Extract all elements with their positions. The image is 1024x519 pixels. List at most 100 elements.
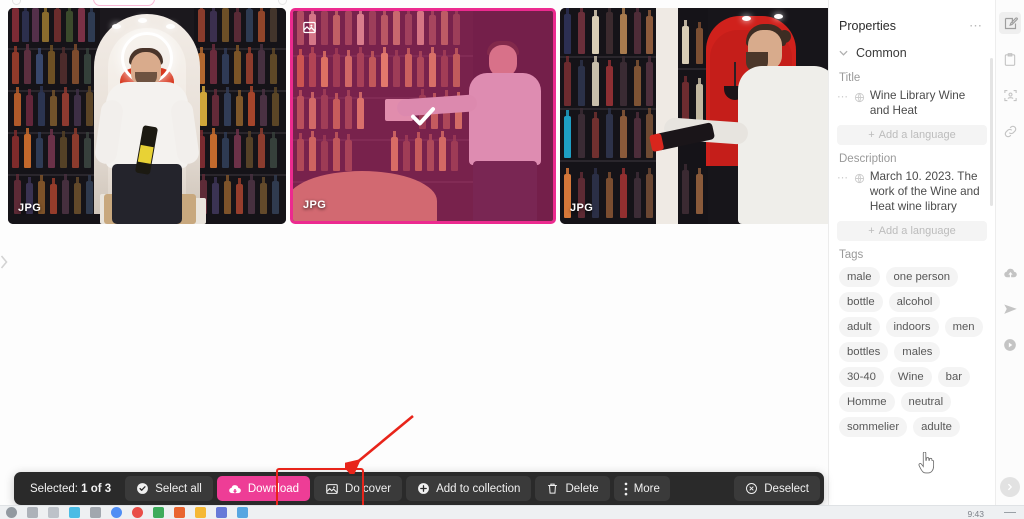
title-field-label: Title xyxy=(839,72,861,84)
add-language-title-button[interactable]: + Add a language xyxy=(837,125,987,145)
right-tool-rail xyxy=(995,0,1024,505)
add-language-label: Add a language xyxy=(878,225,956,237)
top-right-dot-icon xyxy=(278,0,287,5)
format-badge: JPG xyxy=(303,199,327,211)
tag-chip[interactable]: sommelier xyxy=(839,417,908,437)
tag-chip[interactable]: bottles xyxy=(839,342,889,362)
tag-chip[interactable]: alcohol xyxy=(888,292,941,312)
expand-right-icon[interactable] xyxy=(1000,477,1020,497)
more-horizontal-icon[interactable]: ⋯ xyxy=(969,18,983,34)
link-icon[interactable] xyxy=(999,120,1021,142)
tag-chip[interactable]: bottle xyxy=(839,292,883,312)
tag-chip[interactable]: adulte xyxy=(913,417,960,437)
more-horizontal-icon[interactable]: ⋯ xyxy=(837,169,849,185)
tag-chip[interactable]: neutral xyxy=(900,392,952,412)
chevron-right-icon[interactable] xyxy=(0,255,8,269)
taskbar-icon[interactable] xyxy=(195,507,206,518)
gallery-item-selected[interactable]: JPG xyxy=(290,8,556,224)
asset-thumbnail-image xyxy=(560,8,838,224)
selection-count: Selected: 1 of 3 xyxy=(30,482,112,495)
taskbar-icon[interactable] xyxy=(48,507,59,518)
taskbar-icon[interactable] xyxy=(216,507,227,518)
more-button[interactable]: More xyxy=(613,476,670,501)
face-detect-icon[interactable] xyxy=(999,84,1021,106)
top-partial-pill xyxy=(93,0,155,6)
plus-icon: + xyxy=(868,225,875,237)
description-value: March 10. 2023. The work of the Wine and… xyxy=(869,170,980,213)
taskbar-icon[interactable] xyxy=(90,507,101,518)
gallery-item[interactable]: JPG xyxy=(560,8,838,224)
tag-chip[interactable]: one person xyxy=(885,267,959,287)
clock-label: 9:43 xyxy=(967,509,984,519)
action-label: Add to collection xyxy=(436,482,521,495)
description-field-label: Description xyxy=(839,153,897,165)
mouse-cursor-pointer xyxy=(918,451,935,479)
asset-gallery: JPG JPG JPG xyxy=(0,8,838,224)
app-window: JPG JPG JPG Properties ⋯ Common Title ⋯ … xyxy=(0,0,1024,519)
taskbar-divider xyxy=(1004,511,1016,513)
taskbar-icon[interactable] xyxy=(237,507,248,518)
globe-icon xyxy=(854,169,865,189)
edit-properties-icon[interactable] xyxy=(999,12,1021,34)
format-badge: JPG xyxy=(18,202,42,214)
taskbar-icon[interactable] xyxy=(6,507,17,518)
checkmark-icon xyxy=(408,101,438,131)
taskbar-icon[interactable] xyxy=(132,507,143,518)
download-button[interactable]: Download xyxy=(216,476,311,501)
format-badge: JPG xyxy=(570,202,594,214)
clipboard-icon[interactable] xyxy=(999,48,1021,70)
play-icon[interactable] xyxy=(999,334,1021,356)
taskbar-icon[interactable] xyxy=(27,507,38,518)
more-horizontal-icon[interactable]: ⋯ xyxy=(837,88,849,104)
check-circle-icon xyxy=(136,482,149,495)
tag-chip[interactable]: Homme xyxy=(839,392,895,412)
taskbar-icon[interactable] xyxy=(153,507,164,518)
cover-image-icon xyxy=(301,19,318,36)
title-field-row[interactable]: ⋯ Wine Library Wine and Heat xyxy=(829,86,995,118)
close-circle-icon xyxy=(745,482,758,495)
action-label: Delete xyxy=(565,482,599,495)
description-field-row[interactable]: ⋯ March 10. 2023. The work of the Wine a… xyxy=(829,167,995,214)
tag-chip[interactable]: Wine xyxy=(889,367,932,387)
do-cover-button[interactable]: Do cover xyxy=(314,476,403,501)
properties-panel: Properties ⋯ Common Title ⋯ Wine Library… xyxy=(828,0,995,505)
trash-icon xyxy=(546,482,559,495)
delete-button[interactable]: Delete xyxy=(535,476,610,501)
section-title: Common xyxy=(856,46,907,60)
deselect-button[interactable]: Deselect xyxy=(734,476,820,501)
more-vertical-icon xyxy=(624,482,628,496)
asset-thumbnail-image xyxy=(8,8,286,224)
upload-icon[interactable] xyxy=(999,262,1021,284)
add-language-description-button[interactable]: + Add a language xyxy=(837,221,987,241)
tag-chip[interactable]: male xyxy=(839,267,880,287)
properties-header: Properties ⋯ xyxy=(829,0,995,40)
tag-chip[interactable]: males xyxy=(894,342,941,362)
page-title: Properties xyxy=(839,19,896,33)
tag-chip[interactable]: men xyxy=(944,317,983,337)
tag-chip[interactable]: bar xyxy=(937,367,970,387)
top-left-dot-icon xyxy=(12,0,21,5)
add-to-collection-button[interactable]: Add to collection xyxy=(406,476,532,501)
action-label: Do cover xyxy=(345,482,392,495)
tag-chip[interactable]: indoors xyxy=(885,317,939,337)
os-taskbar: 9:43 xyxy=(0,505,1024,519)
action-label: Select all xyxy=(155,482,202,495)
gallery-item[interactable]: JPG xyxy=(8,8,286,224)
section-common-header[interactable]: Common xyxy=(829,40,995,64)
tag-chip[interactable]: 30-40 xyxy=(839,367,884,387)
plus-circle-icon xyxy=(417,482,430,495)
title-value: Wine Library Wine and Heat xyxy=(869,89,966,117)
select-all-button[interactable]: Select all xyxy=(125,476,213,501)
selection-action-bar: Selected: 1 of 3 Select all Download Do … xyxy=(14,472,824,505)
cover-image-icon xyxy=(325,482,339,496)
tags-field-label: Tags xyxy=(839,249,864,261)
share-icon[interactable] xyxy=(999,298,1021,320)
taskbar-icon[interactable] xyxy=(111,507,122,518)
tag-chip[interactable]: adult xyxy=(839,317,880,337)
action-label: Download xyxy=(247,482,300,495)
annotation-arrow-icon xyxy=(341,412,417,479)
action-label: More xyxy=(633,482,660,495)
properties-scrollbar[interactable] xyxy=(990,58,993,206)
taskbar-icon[interactable] xyxy=(69,507,80,518)
taskbar-icon[interactable] xyxy=(174,507,185,518)
